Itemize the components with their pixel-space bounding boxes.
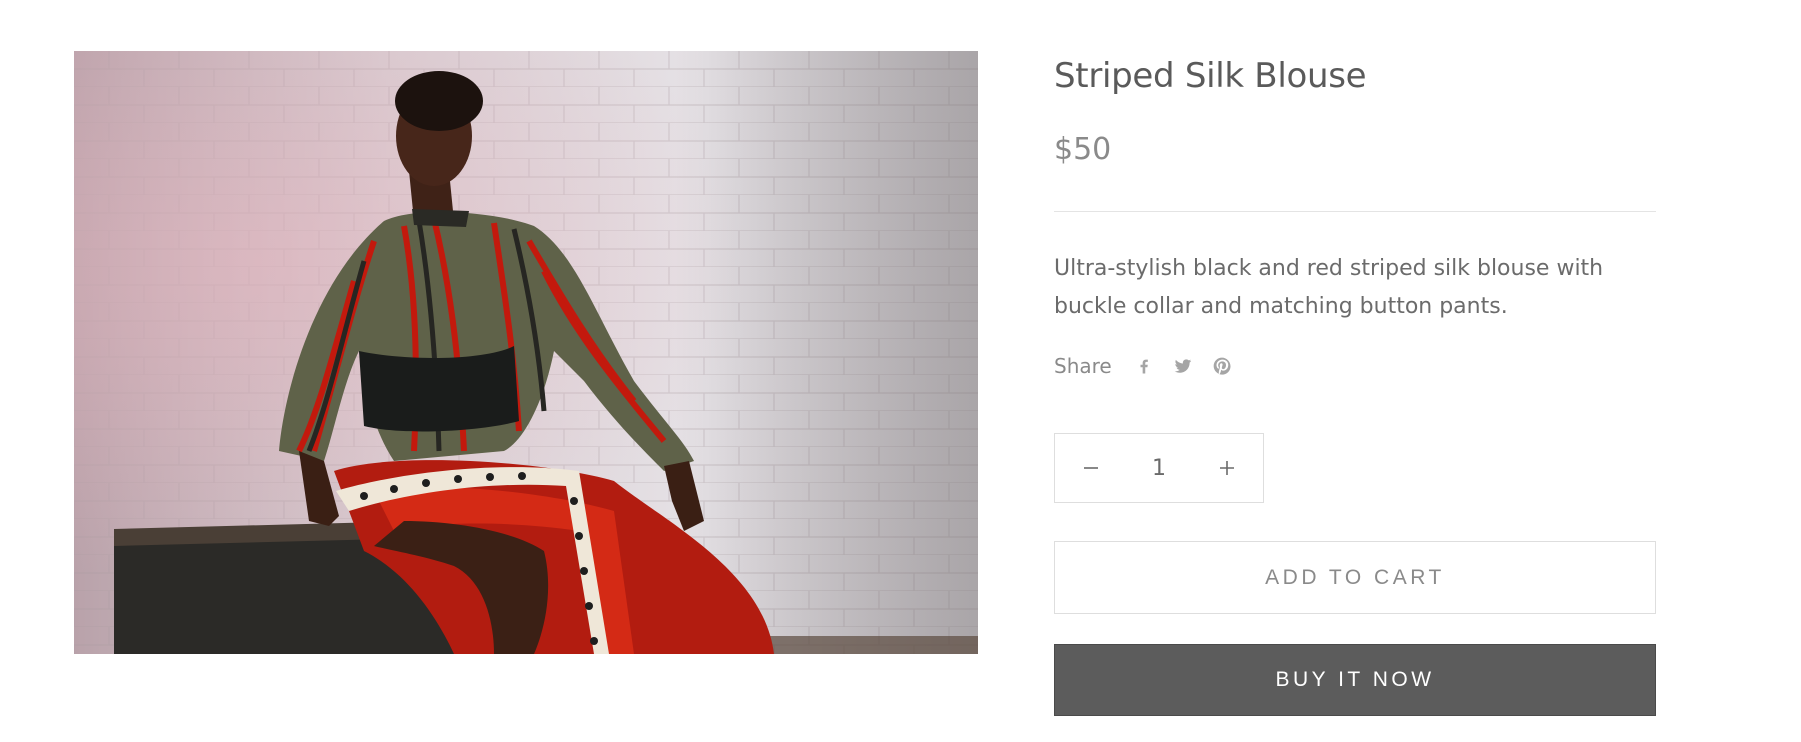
quantity-increase-button[interactable] — [1191, 434, 1263, 502]
product-title: Striped Silk Blouse — [1054, 56, 1367, 96]
facebook-icon[interactable] — [1133, 355, 1155, 377]
divider — [1054, 211, 1656, 212]
twitter-icon[interactable] — [1172, 355, 1194, 377]
plus-icon — [1220, 461, 1234, 475]
product-description: Ultra-stylish black and red striped silk… — [1054, 256, 1604, 319]
share-label: Share — [1054, 354, 1112, 378]
pinterest-icon[interactable] — [1211, 355, 1233, 377]
minus-icon — [1084, 467, 1098, 469]
quantity-decrease-button[interactable] — [1055, 434, 1127, 502]
share-row: Share — [1054, 352, 1233, 380]
quantity-stepper — [1054, 433, 1264, 503]
add-to-cart-button[interactable]: ADD TO CART — [1054, 541, 1656, 614]
quantity-input[interactable] — [1127, 455, 1191, 481]
buy-now-button[interactable]: BUY IT NOW — [1054, 644, 1656, 716]
product-image[interactable] — [74, 51, 978, 654]
product-photo — [74, 51, 978, 654]
product-page: Striped Silk Blouse $50 Ultra-stylish bl… — [0, 0, 1801, 742]
product-price: $50 — [1054, 132, 1112, 167]
